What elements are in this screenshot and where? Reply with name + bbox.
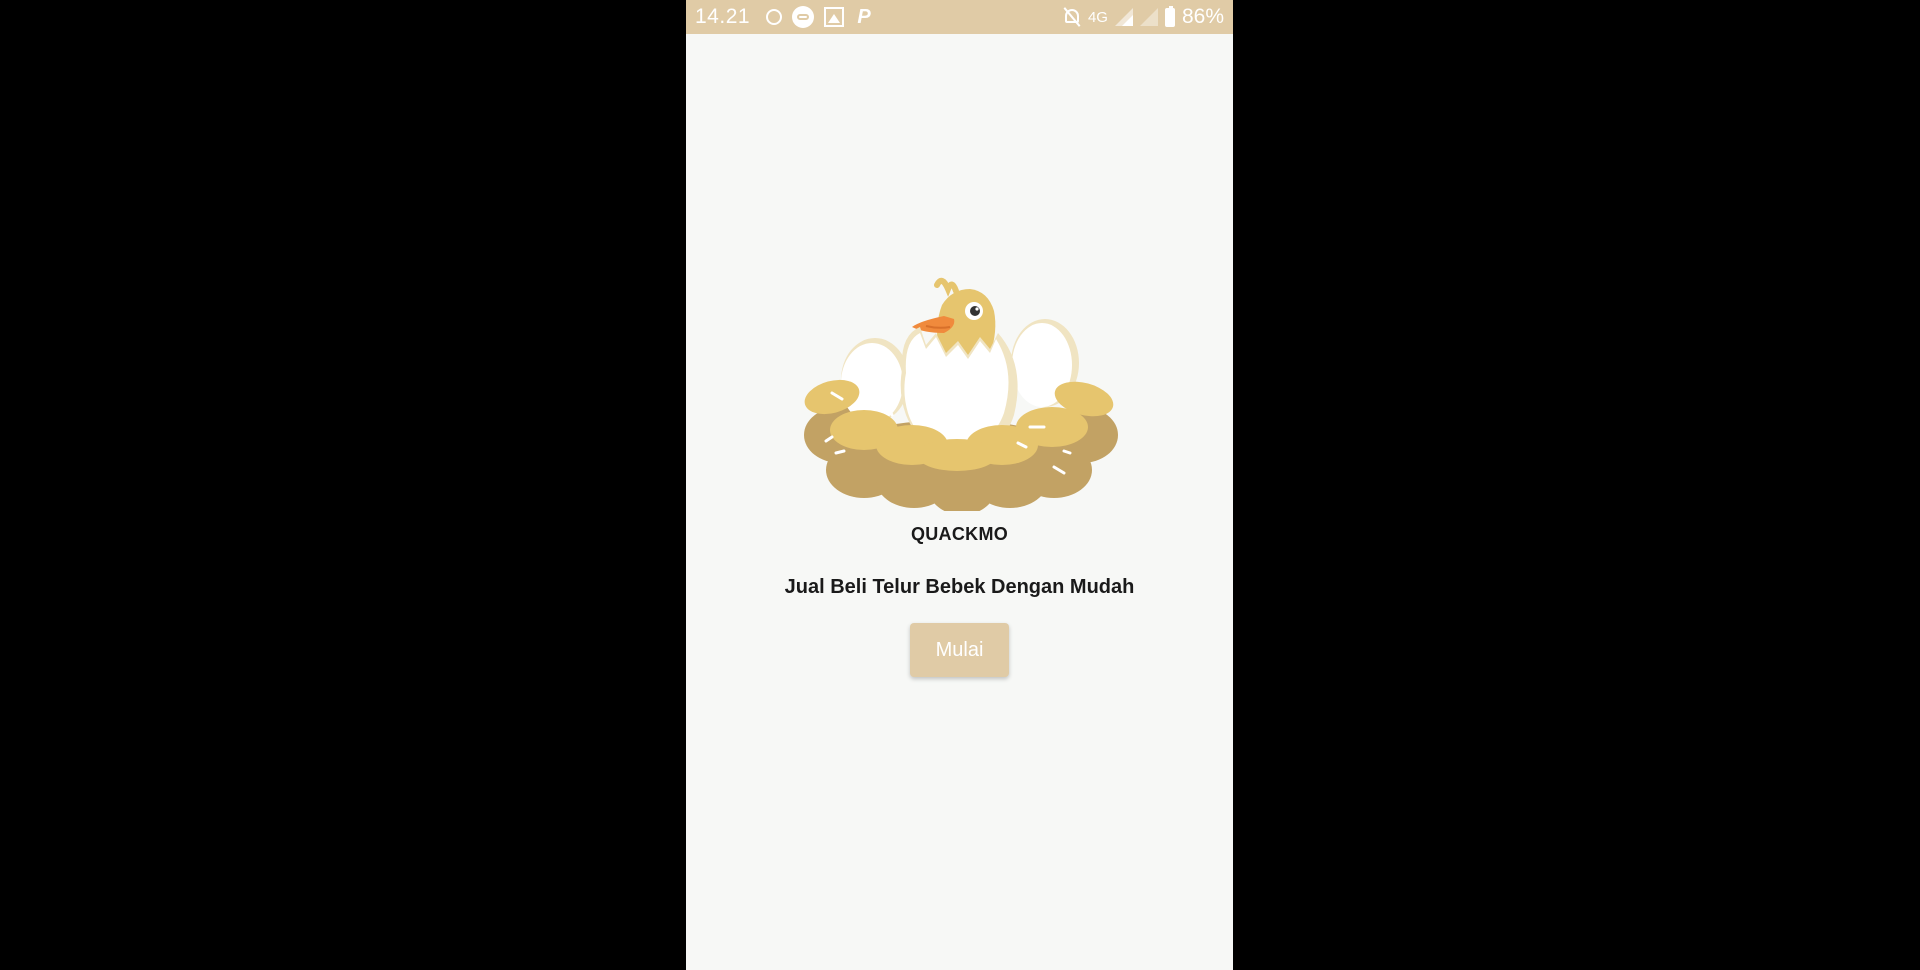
signal-icon bbox=[1114, 8, 1133, 26]
gallery-icon bbox=[824, 7, 844, 27]
battery-percentage: 86% bbox=[1181, 5, 1224, 28]
tagline: Jual Beli Telur Bebek Dengan Mudah bbox=[784, 576, 1135, 598]
status-time: 14.21 bbox=[695, 5, 751, 28]
chat-bubble-icon bbox=[792, 6, 814, 28]
phone-screen: 14.21 P 4G 86% QUACKMO Jual Beli Telur B… bbox=[686, 0, 1233, 970]
signal-empty-icon bbox=[1139, 8, 1158, 26]
network-type: 4G bbox=[1087, 8, 1108, 26]
bell-off-icon bbox=[1063, 7, 1081, 27]
app-title: QUACKMO bbox=[910, 524, 1009, 544]
system-icons: 4G 86% bbox=[1063, 5, 1224, 29]
start-button[interactable]: Mulai bbox=[910, 623, 1009, 677]
status-bar: 14.21 P 4G 86% bbox=[686, 0, 1233, 34]
notification-icons: P bbox=[766, 5, 874, 29]
p-app-icon: P bbox=[857, 6, 871, 28]
duckling-hatching-nest-illustration bbox=[804, 277, 1118, 511]
battery-charging-icon bbox=[1164, 5, 1175, 27]
circle-notification-icon bbox=[766, 9, 782, 25]
